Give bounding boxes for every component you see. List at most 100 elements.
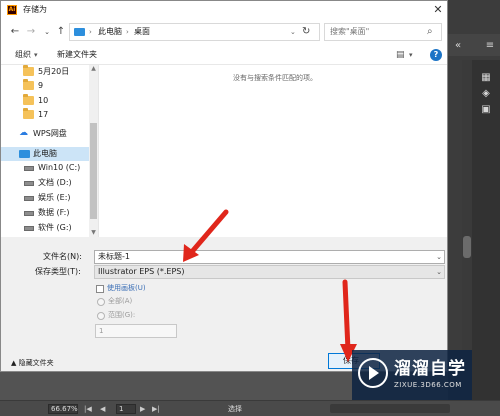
sidebar-item-label: Win10 (C:) <box>38 163 81 172</box>
sidebar-item-folder[interactable]: 10 <box>1 94 89 108</box>
organize-menu-button[interactable]: 组织 <box>15 50 31 60</box>
file-type-select[interactable]: Illustrator EPS (*.EPS) ⌄ <box>94 265 445 279</box>
drive-icon <box>24 196 34 201</box>
organize-dropdown-icon[interactable]: ▾ <box>34 49 38 61</box>
collapse-panels-icon[interactable]: « <box>452 40 464 52</box>
previous-artboard-icon[interactable]: ◀ <box>100 404 105 414</box>
sidebar-item-label: 5月20日 <box>38 67 70 76</box>
panel-menu-icon[interactable]: ≡ <box>484 40 496 52</box>
last-artboard-icon[interactable]: ▶| <box>152 404 160 414</box>
layers-panel-icon[interactable]: ◈ <box>480 88 492 100</box>
drive-icon <box>24 181 34 186</box>
forward-arrow-icon[interactable]: → <box>25 26 37 38</box>
filename-dropdown-chevron-icon[interactable]: ⌄ <box>436 251 442 263</box>
scroll-up-arrow-icon[interactable]: ▲ <box>89 65 98 73</box>
search-input[interactable]: 搜索"桌面" <box>330 27 369 37</box>
dialog-titlebar: Ai 存储为 ✕ <box>1 1 447 19</box>
libraries-panel-icon[interactable]: ▣ <box>480 104 492 116</box>
filename-field[interactable]: 未标题-1 ⌄ <box>94 250 445 264</box>
save-options-form: 文件名(N): 未标题-1 ⌄ 保存类型(T): Illustrator EPS… <box>1 237 447 345</box>
current-tool-status: 选择 <box>228 405 242 413</box>
next-artboard-icon[interactable]: ▶ <box>140 404 145 414</box>
sidebar-item-wps-cloud[interactable]: ☁ WPS网盘 <box>1 127 89 141</box>
sidebar-item-label: 娱乐 (E:) <box>38 193 71 202</box>
sidebar-item-drive[interactable]: 软件 (G:) <box>1 221 89 235</box>
filename-value: 未标题-1 <box>98 252 130 261</box>
navigation-pane: 5月20日 9 10 17 ☁ WPS网盘 此电脑 Win10 (C:) 文档 … <box>1 65 99 237</box>
drive-icon <box>24 211 34 216</box>
range-label: 范围(G): <box>108 311 136 319</box>
file-type-dropdown-chevron-icon[interactable]: ⌄ <box>436 266 442 278</box>
sidebar-item-folder[interactable]: 17 <box>1 108 89 122</box>
canvas-vertical-scrollbar[interactable] <box>462 60 472 400</box>
computer-icon <box>74 28 85 36</box>
sidebar-item-drive[interactable]: 娱乐 (E:) <box>1 191 89 205</box>
folder-icon <box>23 94 34 105</box>
address-bar[interactable]: › 此电脑 › 桌面 ⌄ ↻ <box>69 23 320 41</box>
save-as-dialog: Ai 存储为 ✕ ← → ⌄ ↑ › 此电脑 › 桌面 ⌄ ↻ 搜索"桌面" ⌕… <box>0 0 448 372</box>
sidebar-item-folder[interactable]: 5月20日 <box>1 65 89 79</box>
watermark-title: 溜溜自学 <box>394 359 466 379</box>
first-artboard-icon[interactable]: |◀ <box>84 404 92 414</box>
illustrator-app-icon: Ai <box>7 5 17 15</box>
canvas-scroll-thumb[interactable] <box>463 236 471 258</box>
sidebar-item-label: 9 <box>38 81 44 90</box>
scroll-down-arrow-icon[interactable]: ▼ <box>89 229 98 237</box>
range-input[interactable]: 1 <box>95 324 177 338</box>
view-options-icon[interactable]: ▤ <box>396 49 405 61</box>
folder-icon <box>23 65 34 76</box>
sidebar-item-drive[interactable]: 数据 (F:) <box>1 206 89 220</box>
sidebar-item-label: 17 <box>38 110 49 119</box>
use-artboards-checkbox[interactable] <box>96 285 104 293</box>
folder-icon <box>23 79 34 90</box>
file-type-value: Illustrator EPS (*.EPS) <box>98 267 185 276</box>
refresh-icon[interactable]: ↻ <box>302 26 310 38</box>
computer-icon <box>19 150 30 158</box>
filename-label: 文件名(N): <box>43 252 82 261</box>
recent-locations-chevron-icon[interactable]: ⌄ <box>41 26 53 38</box>
up-folder-arrow-icon[interactable]: ↑ <box>55 26 67 38</box>
address-dropdown-chevron-icon[interactable]: ⌄ <box>290 27 296 37</box>
canvas-horizontal-scrollbar[interactable] <box>330 404 450 413</box>
help-icon[interactable]: ? <box>430 49 442 61</box>
drive-icon <box>24 166 34 171</box>
close-icon[interactable]: ✕ <box>431 3 445 17</box>
back-arrow-icon[interactable]: ← <box>9 26 21 38</box>
dialog-title: 存储为 <box>23 5 47 14</box>
dialog-toolbar: 组织 ▾ 新建文件夹 ▤ ▾ ? <box>1 45 447 65</box>
properties-panel-icon[interactable]: ▦ <box>480 72 492 84</box>
breadcrumb-separator-icon[interactable]: › <box>126 27 129 37</box>
sidebar-item-label: WPS网盘 <box>33 129 67 138</box>
all-artboards-radio[interactable] <box>97 298 105 306</box>
watermark: 溜溜自学 ZIXUE.3D66.COM <box>352 350 472 400</box>
sidebar-item-label: 此电脑 <box>33 149 57 158</box>
sidebar-item-folder[interactable]: 9 <box>1 79 89 93</box>
hide-folders-toggle[interactable]: ▲ 隐藏文件夹 <box>11 358 54 368</box>
empty-search-message: 没有与搜索条件匹配的项。 <box>233 74 317 82</box>
cloud-icon: ☁ <box>19 128 28 138</box>
view-dropdown-icon[interactable]: ▾ <box>409 49 413 61</box>
sidebar-item-this-pc[interactable]: 此电脑 <box>1 147 89 161</box>
hide-folders-label: 隐藏文件夹 <box>18 359 54 367</box>
navigation-bar: ← → ⌄ ↑ › 此电脑 › 桌面 ⌄ ↻ 搜索"桌面" ⌕ <box>1 19 447 45</box>
use-artboards-label[interactable]: 使用画板(U) <box>107 284 146 293</box>
play-logo-icon <box>358 358 388 388</box>
illustrator-status-bar: 66.67% |◀ ◀ 1 ▶ ▶| 选择 <box>0 400 500 416</box>
breadcrumb-desktop[interactable]: 桌面 <box>134 27 150 37</box>
sidebar-item-label: 数据 (F:) <box>38 208 70 217</box>
sidebar-item-drive[interactable]: 文档 (D:) <box>1 176 89 190</box>
breadcrumb-this-pc[interactable]: 此电脑 <box>98 27 122 37</box>
zoom-level-field[interactable]: 66.67% <box>48 404 78 414</box>
search-icon[interactable]: ⌕ <box>427 26 433 38</box>
new-folder-button[interactable]: 新建文件夹 <box>57 50 97 60</box>
navigation-pane-scroll-thumb[interactable] <box>90 123 97 219</box>
search-box[interactable]: 搜索"桌面" ⌕ <box>324 23 442 41</box>
file-type-label: 保存类型(T): <box>35 267 81 276</box>
range-radio[interactable] <box>97 312 105 320</box>
folder-icon <box>23 108 34 119</box>
file-browser: 5月20日 9 10 17 ☁ WPS网盘 此电脑 Win10 (C:) 文档 … <box>1 65 447 237</box>
sidebar-item-drive[interactable]: Win10 (C:) <box>1 161 89 175</box>
artboard-number-field[interactable]: 1 <box>116 404 136 414</box>
breadcrumb-separator-icon[interactable]: › <box>89 27 92 37</box>
sidebar-item-label: 软件 (G:) <box>38 223 72 232</box>
